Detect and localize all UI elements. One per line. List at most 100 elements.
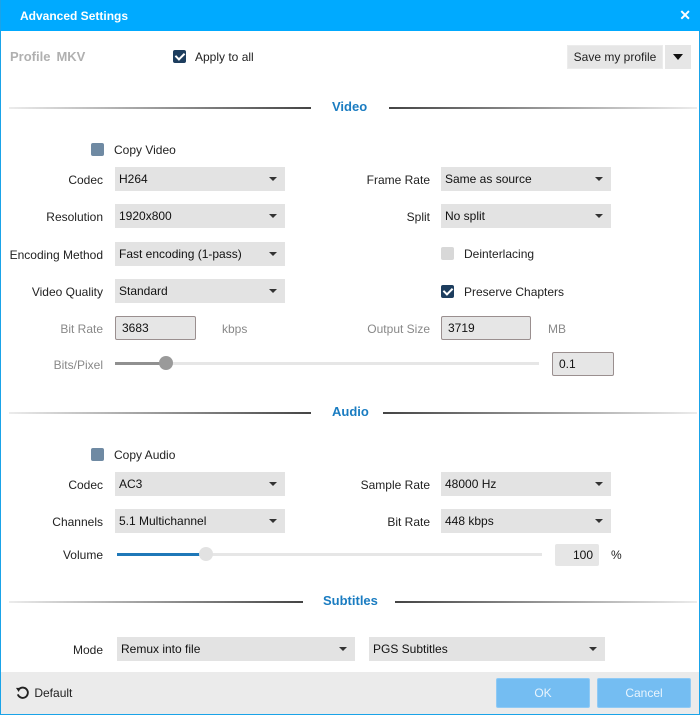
encoding-method-value: Fast encoding (1-pass) xyxy=(119,247,242,261)
bits-per-pixel-input[interactable]: 0.1 xyxy=(552,352,614,376)
audio-section-header: Audio xyxy=(9,404,697,422)
channels-label: Channels xyxy=(52,515,103,529)
window-title: Advanced Settings xyxy=(20,9,129,23)
video-bit-rate-input[interactable]: 3683 xyxy=(115,316,196,340)
copy-video-label[interactable]: Copy Video xyxy=(114,143,176,157)
caret-down-icon xyxy=(269,289,277,293)
apply-to-all-label[interactable]: Apply to all xyxy=(195,50,254,64)
caret-down-icon xyxy=(269,519,277,523)
resolution-label: Resolution xyxy=(46,210,103,224)
caret-down-icon xyxy=(595,519,603,523)
slider-track xyxy=(115,362,539,365)
ok-button[interactable]: OK xyxy=(496,678,590,708)
audio-bit-rate-select[interactable]: 448 kbps xyxy=(441,509,611,533)
volume-label: Volume xyxy=(62,548,103,562)
divider-line xyxy=(389,107,697,109)
divider-line xyxy=(9,601,303,603)
encoding-method-select[interactable]: Fast encoding (1-pass) xyxy=(115,242,285,266)
subtitle-mode-select[interactable]: Remux into file xyxy=(117,637,355,661)
preserve-chapters-label[interactable]: Preserve Chapters xyxy=(464,285,564,299)
dialog-footer: Default OK Cancel xyxy=(1,672,699,714)
divider-line xyxy=(9,107,311,109)
divider-line xyxy=(9,412,311,414)
video-codec-value: H264 xyxy=(119,172,148,186)
copy-audio-checkbox[interactable] xyxy=(91,448,104,461)
subtitle-mode-label: Mode xyxy=(72,643,103,657)
channels-select[interactable]: 5.1 Multichannel xyxy=(115,509,285,533)
caret-down-icon xyxy=(595,214,603,218)
subtitles-section-header: Subtitles xyxy=(9,593,697,611)
save-profile-dropdown-button[interactable] xyxy=(665,45,691,69)
volume-input[interactable]: 100 xyxy=(555,544,599,566)
video-quality-label: Video Quality xyxy=(31,285,103,299)
apply-to-all-checkbox[interactable] xyxy=(173,50,186,63)
video-codec-select[interactable]: H264 xyxy=(115,167,285,191)
split-value: No split xyxy=(445,209,486,223)
preserve-chapters-checkbox[interactable] xyxy=(441,285,454,298)
caret-down-icon xyxy=(339,647,347,651)
resolution-value: 1920x800 xyxy=(119,209,172,223)
copy-video-checkbox[interactable] xyxy=(91,143,104,156)
subtitle-mode-value: Remux into file xyxy=(121,642,201,656)
deinterlacing-checkbox[interactable] xyxy=(441,247,454,260)
advanced-settings-dialog: Advanced Settings ✕ Profile MKV Apply to … xyxy=(0,0,700,715)
copy-audio-label[interactable]: Copy Audio xyxy=(114,448,175,462)
caret-down-icon xyxy=(269,482,277,486)
sample-rate-select[interactable]: 48000 Hz xyxy=(441,472,611,496)
sample-rate-value: 48000 Hz xyxy=(445,477,497,491)
video-quality-value: Standard xyxy=(119,284,168,298)
profile-indicator: Profile MKV xyxy=(10,49,85,64)
caret-down-icon xyxy=(589,647,597,651)
volume-slider[interactable] xyxy=(117,547,542,561)
frame-rate-label: Frame Rate xyxy=(366,173,430,187)
caret-down-icon xyxy=(595,177,603,181)
split-select[interactable]: No split xyxy=(441,204,611,228)
caret-down-icon xyxy=(269,214,277,218)
volume-unit: % xyxy=(611,548,622,562)
bits-per-pixel-label: Bits/Pixel xyxy=(53,358,103,372)
profile-label: Profile xyxy=(10,49,51,64)
resolution-select[interactable]: 1920x800 xyxy=(115,204,285,228)
audio-codec-select[interactable]: AC3 xyxy=(115,472,285,496)
default-label: Default xyxy=(34,686,73,701)
video-section-header: Video xyxy=(9,99,697,117)
audio-bit-rate-value: 448 kbps xyxy=(445,514,494,528)
slider-fill xyxy=(117,553,206,556)
deinterlacing-label[interactable]: Deinterlacing xyxy=(464,247,534,261)
audio-section-title: Audio xyxy=(332,404,369,419)
channels-value: 5.1 Multichannel xyxy=(119,514,207,528)
frame-rate-select[interactable]: Same as source xyxy=(441,167,611,191)
cancel-button[interactable]: Cancel xyxy=(597,678,691,708)
audio-bit-rate-label: Bit Rate xyxy=(387,515,430,529)
encoding-method-label: Encoding Method xyxy=(9,248,103,262)
bits-per-pixel-slider[interactable] xyxy=(115,356,539,370)
save-profile-button[interactable]: Save my profile xyxy=(567,45,663,69)
video-bit-rate-unit: kbps xyxy=(222,322,248,336)
output-size-unit: MB xyxy=(548,322,566,336)
audio-codec-value: AC3 xyxy=(119,477,143,491)
output-size-label: Output Size xyxy=(367,322,430,336)
close-icon[interactable]: ✕ xyxy=(679,7,691,24)
caret-down-icon xyxy=(269,252,277,256)
divider-line xyxy=(395,601,697,603)
frame-rate-value: Same as source xyxy=(445,172,532,186)
subtitle-format-select[interactable]: PGS Subtitles xyxy=(369,637,605,661)
audio-codec-label: Codec xyxy=(68,478,103,492)
slider-thumb[interactable] xyxy=(159,356,173,370)
profile-value: MKV xyxy=(56,49,86,64)
default-button[interactable]: Default xyxy=(15,685,72,703)
video-bit-rate-label: Bit Rate xyxy=(60,322,103,336)
slider-thumb[interactable] xyxy=(199,547,213,561)
output-size-input[interactable]: 3719 xyxy=(441,316,531,340)
split-label: Split xyxy=(406,210,430,224)
title-bar: Advanced Settings ✕ xyxy=(1,0,700,31)
video-codec-label: Codec xyxy=(68,173,103,187)
caret-down-icon xyxy=(269,177,277,181)
video-section-title: Video xyxy=(332,99,368,114)
reset-icon xyxy=(15,685,31,703)
subtitles-section-title: Subtitles xyxy=(323,593,378,608)
divider-line xyxy=(383,412,697,414)
sample-rate-label: Sample Rate xyxy=(360,478,430,492)
subtitle-format-value: PGS Subtitles xyxy=(373,642,448,656)
video-quality-select[interactable]: Standard xyxy=(115,279,285,303)
